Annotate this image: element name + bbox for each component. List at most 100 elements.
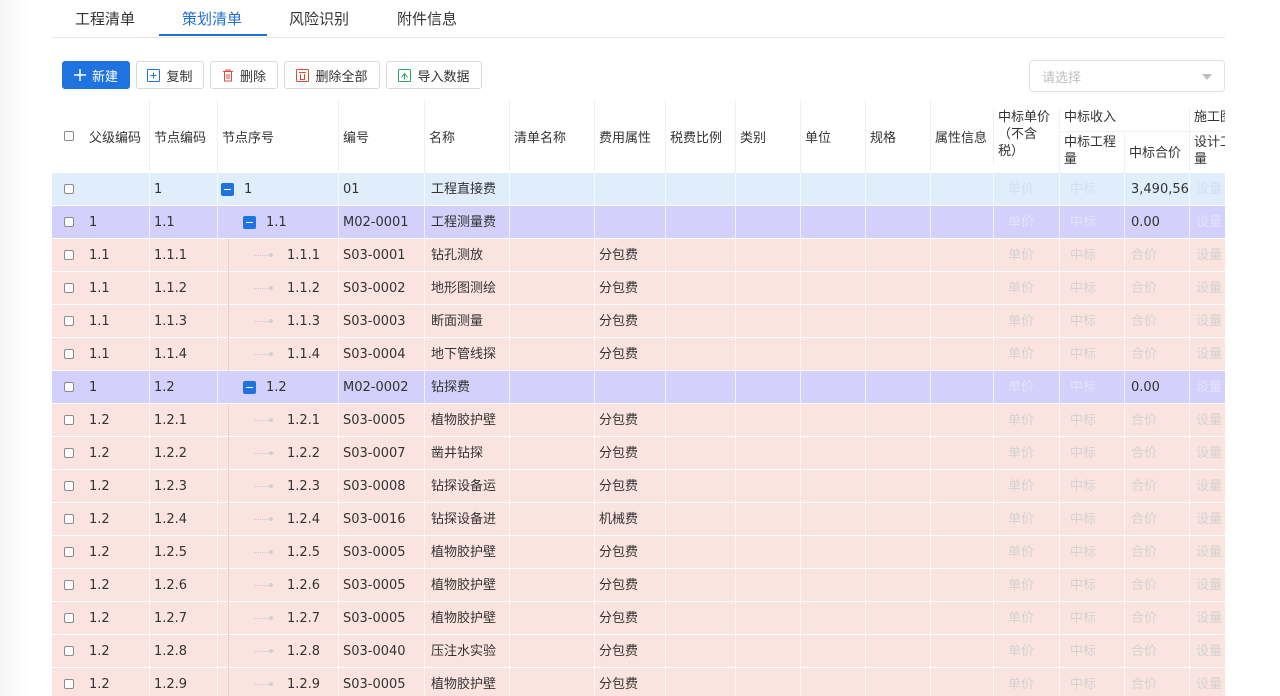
row-checkbox[interactable] xyxy=(64,580,74,590)
bid-qty-input[interactable]: 中标 xyxy=(1059,635,1124,668)
header-fee-attr[interactable]: 费用属性 xyxy=(594,100,665,173)
table-row[interactable]: 1.2 1.2.5 1.2.5 S03-0005 植物胶护壁 分包费 单价 中标 合价 设量 xyxy=(52,536,1225,569)
table-row[interactable]: 1.2 1.2.7 1.2.7 S03-0005 植物胶护壁 分包费 单价 中标 合价 设量 xyxy=(52,602,1225,635)
new-button[interactable]: 新建 xyxy=(62,61,130,89)
copy-button[interactable]: 复制 xyxy=(136,61,204,89)
bid-qty-input[interactable]: 中标 xyxy=(1059,239,1124,272)
table-row[interactable]: 1.1 1.1.3 1.1.3 S03-0003 断面测量 分包费 单价 中标 合价 设量 xyxy=(52,305,1225,338)
header-node-code[interactable]: 节点编码 xyxy=(149,100,217,173)
header-parent-code[interactable]: 父级编码 xyxy=(85,100,149,173)
table-row[interactable]: 1.2 1.2.2 1.2.2 S03-0007 凿井钻探 分包费 单价 中标 合价 设量 xyxy=(52,437,1225,470)
header-bid-qty[interactable]: 中标工程 量 xyxy=(1059,131,1124,173)
row-checkbox[interactable] xyxy=(64,679,74,689)
design-qty-input[interactable]: 设量 xyxy=(1189,437,1225,470)
bid-qty-input[interactable]: 中标 xyxy=(1059,371,1124,404)
bid-qty-input[interactable]: 中标 xyxy=(1059,437,1124,470)
header-spec[interactable]: 规格 xyxy=(865,100,930,173)
bid-unit-price-input[interactable]: 单价 xyxy=(993,602,1059,635)
bid-unit-price-input[interactable]: 单价 xyxy=(993,371,1059,404)
table-row[interactable]: 1 1.2 1.2 M02-0002 钻探费 单价 中标 0.00 设量 xyxy=(52,371,1225,404)
bid-unit-price-input[interactable]: 单价 xyxy=(993,404,1059,437)
collapse-toggle-icon[interactable] xyxy=(243,381,256,394)
table-row[interactable]: 1.1 1.1.4 1.1.4 S03-0004 地下管线探 分包费 单价 中标 合价 设量 xyxy=(52,338,1225,371)
design-qty-input[interactable]: 设量 xyxy=(1189,635,1225,668)
bid-unit-price-input[interactable]: 单价 xyxy=(993,437,1059,470)
collapse-toggle-icon[interactable] xyxy=(243,216,256,229)
design-qty-input[interactable]: 设量 xyxy=(1189,371,1225,404)
bid-unit-price-input[interactable]: 单价 xyxy=(993,569,1059,602)
bid-qty-input[interactable]: 中标 xyxy=(1059,602,1124,635)
table-row[interactable]: 1 1.1 1.1 M02-0001 工程测量费 单价 中标 0.00 设量 xyxy=(52,206,1225,239)
row-checkbox[interactable] xyxy=(64,184,74,194)
header-list-name[interactable]: 清单名称 xyxy=(509,100,594,173)
design-qty-input[interactable]: 设量 xyxy=(1189,404,1225,437)
row-checkbox[interactable] xyxy=(64,613,74,623)
row-checkbox[interactable] xyxy=(64,646,74,656)
design-qty-input[interactable]: 设量 xyxy=(1189,470,1225,503)
design-qty-input[interactable]: 设量 xyxy=(1189,602,1225,635)
collapse-toggle-icon[interactable] xyxy=(221,183,234,196)
row-checkbox[interactable] xyxy=(64,481,74,491)
table-row[interactable]: 1.2 1.2.3 1.2.3 S03-0008 钻探设备运 分包费 单价 中标 合价 设量 xyxy=(52,470,1225,503)
design-qty-input[interactable]: 设量 xyxy=(1189,338,1225,371)
bid-unit-price-input[interactable]: 单价 xyxy=(993,668,1059,696)
row-checkbox[interactable] xyxy=(64,415,74,425)
table-row[interactable]: 1.2 1.2.8 1.2.8 S03-0040 压注水实验 分包费 单价 中标 合价 设量 xyxy=(52,635,1225,668)
table-row[interactable]: 1.1 1.1.2 1.1.2 S03-0002 地形图测绘 分包费 单价 中标 合价 设量 xyxy=(52,272,1225,305)
table-row[interactable]: 1 1 01工程直接费 单价中标3,490,560设量 xyxy=(52,173,1225,206)
bid-qty-input[interactable]: 中标 xyxy=(1059,404,1124,437)
row-checkbox[interactable] xyxy=(64,349,74,359)
design-qty-input[interactable]: 设量 xyxy=(1189,239,1225,272)
bid-unit-price-input[interactable]: 单价 xyxy=(993,338,1059,371)
header-attr-info[interactable]: 属性信息 xyxy=(930,100,993,173)
row-checkbox[interactable] xyxy=(64,448,74,458)
row-checkbox[interactable] xyxy=(64,283,74,293)
filter-select[interactable]: 请选择 xyxy=(1029,60,1225,92)
bid-qty-input[interactable]: 中标 xyxy=(1059,569,1124,602)
bid-unit-price-input[interactable]: 单价 xyxy=(993,536,1059,569)
header-category[interactable]: 类别 xyxy=(735,100,800,173)
bid-qty-input[interactable]: 中标 xyxy=(1059,668,1124,696)
table-row[interactable]: 1.1 1.1.1 1.1.1 S03-0001 钻孔测放 分包费 单价 中标 合价 设量 xyxy=(52,239,1225,272)
bid-qty-input[interactable]: 中标 xyxy=(1059,470,1124,503)
tab-attachments[interactable]: 附件信息 xyxy=(397,8,457,29)
table-row[interactable]: 1.2 1.2.9 1.2.9 S03-0005 植物胶护壁 分包费 单价 中标 合价 设量 xyxy=(52,668,1225,696)
delete-button[interactable]: 删除 xyxy=(210,61,278,89)
design-qty-input[interactable]: 设量 xyxy=(1189,272,1225,305)
row-checkbox[interactable] xyxy=(64,547,74,557)
row-checkbox[interactable] xyxy=(64,514,74,524)
table-row[interactable]: 1.2 1.2.1 1.2.1 S03-0005 植物胶护壁 分包费 单价 中标 合价 设量 xyxy=(52,404,1225,437)
header-node-seq[interactable]: 节点序号 xyxy=(217,100,338,173)
bid-unit-price-input[interactable]: 单价 xyxy=(993,635,1059,668)
header-bid-unit-price[interactable]: 中标单价 （不含 税） xyxy=(993,109,1059,165)
bid-qty-input[interactable]: 中标 xyxy=(1059,338,1124,371)
select-all-checkbox[interactable] xyxy=(64,131,74,141)
tab-project-list[interactable]: 工程清单 xyxy=(75,8,135,29)
tab-risk-identification[interactable]: 风险识别 xyxy=(289,8,349,29)
design-qty-input[interactable]: 设量 xyxy=(1189,305,1225,338)
bid-qty-input[interactable]: 中标 xyxy=(1059,305,1124,338)
header-code[interactable]: 编号 xyxy=(338,100,424,173)
bid-qty-input[interactable]: 中标 xyxy=(1059,536,1124,569)
bid-qty-input[interactable]: 中标 xyxy=(1059,206,1124,239)
design-qty-input[interactable]: 设量 xyxy=(1189,569,1225,602)
bid-qty-input[interactable]: 中标 xyxy=(1059,173,1124,206)
bid-unit-price-input[interactable]: 单价 xyxy=(993,470,1059,503)
import-data-button[interactable]: 导入数据 xyxy=(386,61,482,89)
delete-all-button[interactable]: 删除全部 xyxy=(284,61,380,89)
table-row[interactable]: 1.2 1.2.6 1.2.6 S03-0005 植物胶护壁 分包费 单价 中标 合价 设量 xyxy=(52,569,1225,602)
design-qty-input[interactable]: 设量 xyxy=(1189,173,1225,206)
row-checkbox[interactable] xyxy=(64,217,74,227)
header-bid-total[interactable]: 中标合价 xyxy=(1124,131,1189,173)
bid-qty-input[interactable]: 中标 xyxy=(1059,272,1124,305)
bid-unit-price-input[interactable]: 单价 xyxy=(993,503,1059,536)
design-qty-input[interactable]: 设量 xyxy=(1189,536,1225,569)
header-unit[interactable]: 单位 xyxy=(800,100,865,173)
bid-qty-input[interactable]: 中标 xyxy=(1059,503,1124,536)
bid-unit-price-input[interactable]: 单价 xyxy=(993,272,1059,305)
design-qty-input[interactable]: 设量 xyxy=(1189,503,1225,536)
design-qty-input[interactable]: 设量 xyxy=(1189,668,1225,696)
header-tax-ratio[interactable]: 税费比例 xyxy=(665,100,735,173)
row-checkbox[interactable] xyxy=(64,316,74,326)
table-row[interactable]: 1.2 1.2.4 1.2.4 S03-0016 钻探设备进 机械费 单价 中标 合价 设量 xyxy=(52,503,1225,536)
